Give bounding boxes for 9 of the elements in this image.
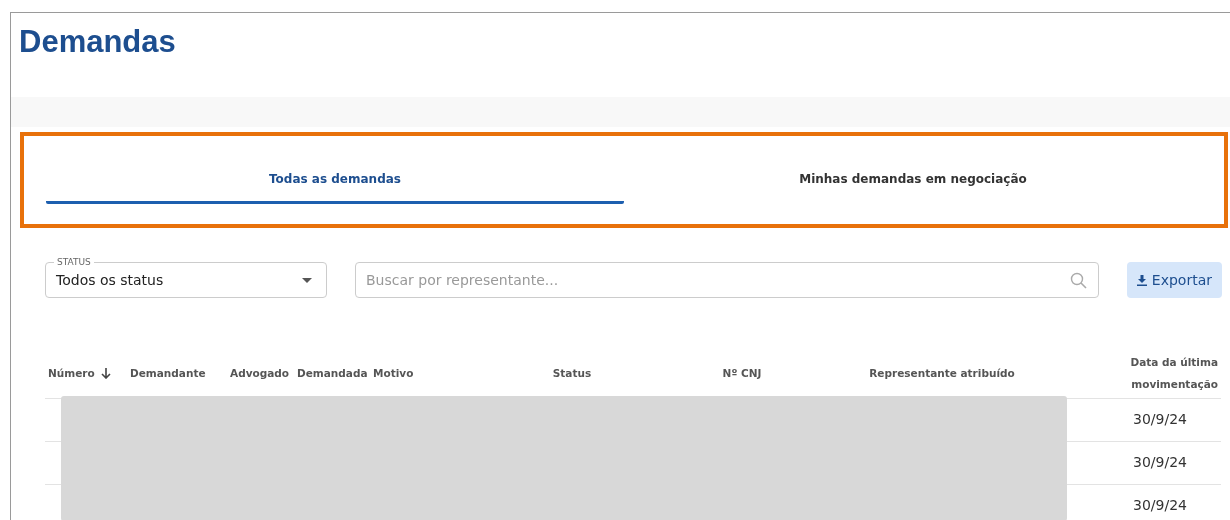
tab[interactable]: Minhas demandas em negociação xyxy=(624,136,1202,205)
page-title: Demandas xyxy=(18,23,177,61)
search-icon xyxy=(1069,272,1087,290)
download-icon xyxy=(1136,274,1147,286)
tab[interactable]: Todas as demandas xyxy=(46,136,624,205)
export-button[interactable]: Exportar xyxy=(1126,262,1222,299)
search-field[interactable]: Buscar por representante... xyxy=(355,262,1099,299)
caret-icon xyxy=(302,277,312,283)
sort-arrow-icon[interactable] xyxy=(100,368,111,380)
